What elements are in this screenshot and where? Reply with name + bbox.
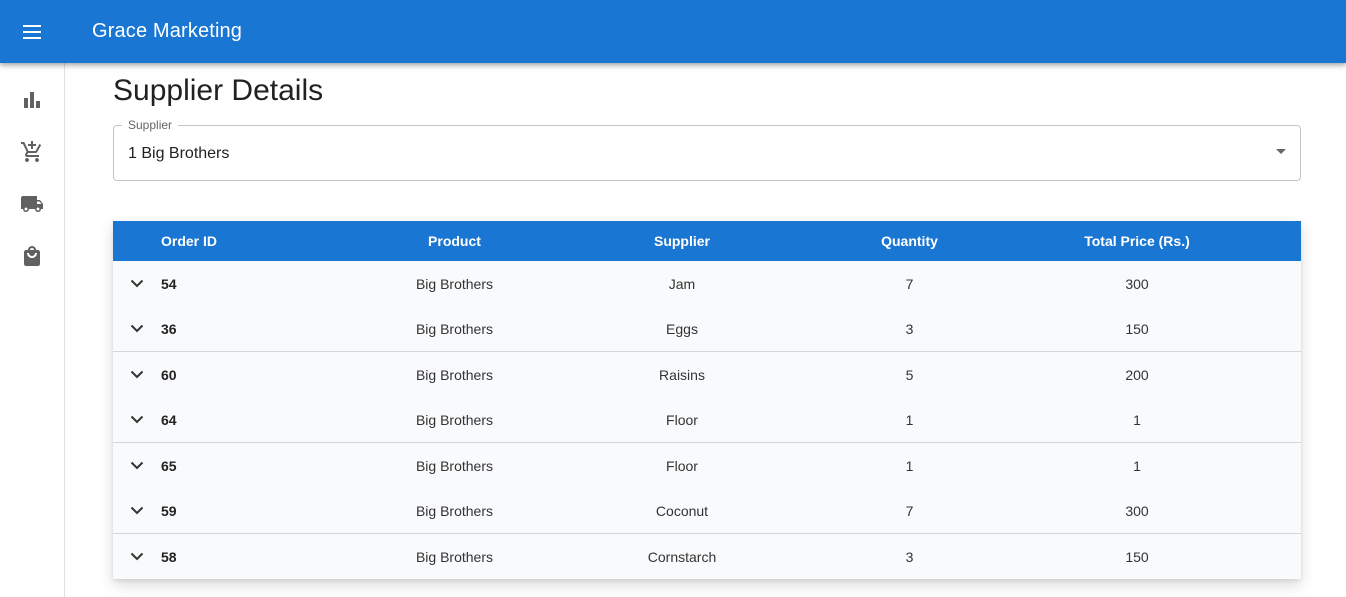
cell-product: Big Brothers xyxy=(415,502,494,519)
header-expand-spacer xyxy=(113,221,161,261)
column-header-order-id[interactable]: Order ID xyxy=(161,221,291,261)
menu-button[interactable] xyxy=(12,12,52,52)
column-header-quantity[interactable]: Quantity xyxy=(746,221,1073,261)
cell-order-id: 60 xyxy=(161,366,177,383)
table-row[interactable]: 60 Big Brothers Raisins 5 200 xyxy=(113,352,1301,397)
app-bar: Grace Marketing xyxy=(0,0,1346,63)
cell-quantity: 1 xyxy=(905,457,914,474)
cell-quantity: 7 xyxy=(905,502,914,519)
table-row[interactable]: 54 Big Brothers Jam 7 300 xyxy=(113,261,1301,306)
cell-quantity: 3 xyxy=(905,320,914,337)
cell-quantity: 5 xyxy=(905,366,914,383)
cell-supplier: Eggs xyxy=(666,320,698,337)
sidebar-item-add-order[interactable] xyxy=(8,132,56,172)
sidebar-item-products[interactable] xyxy=(8,236,56,276)
table-row[interactable]: 64 Big Brothers Floor 1 1 xyxy=(113,397,1301,443)
cell-product: Big Brothers xyxy=(415,457,494,474)
sidebar xyxy=(0,63,65,597)
sidebar-item-dashboard[interactable] xyxy=(8,80,56,120)
cell-order-id: 65 xyxy=(161,457,177,474)
cell-product: Big Brothers xyxy=(415,366,494,383)
cell-product: Big Brothers xyxy=(415,548,494,565)
column-header-supplier[interactable]: Supplier xyxy=(618,221,746,261)
local-shipping-icon xyxy=(21,196,43,212)
supplier-select-label: Supplier xyxy=(122,117,179,133)
table-row[interactable]: 59 Big Brothers Coconut 7 300 xyxy=(113,488,1301,534)
table-row[interactable]: 58 Big Brothers Cornstarch 3 150 xyxy=(113,534,1301,579)
cell-quantity: 3 xyxy=(905,548,914,565)
column-header-product[interactable]: Product xyxy=(291,221,618,261)
chevron-down-icon xyxy=(130,415,144,424)
table-row[interactable]: 36 Big Brothers Eggs 3 150 xyxy=(113,306,1301,352)
expand-row-button[interactable] xyxy=(113,324,161,333)
expand-row-button[interactable] xyxy=(113,506,161,515)
cell-supplier: Floor xyxy=(666,457,698,474)
column-header-total-price[interactable]: Total Price (Rs.) xyxy=(1073,221,1201,261)
cell-total-price: 150 xyxy=(1125,548,1149,565)
cell-total-price: 200 xyxy=(1125,366,1149,383)
chevron-down-icon xyxy=(130,461,144,470)
table-row[interactable]: 65 Big Brothers Floor 1 1 xyxy=(113,443,1301,488)
cell-supplier: Floor xyxy=(666,411,698,428)
cell-total-price: 300 xyxy=(1125,275,1149,292)
add-shopping-cart-icon xyxy=(21,141,42,162)
shopping-bag-icon xyxy=(24,246,40,266)
app-title: Grace Marketing xyxy=(92,20,243,42)
cell-supplier: Raisins xyxy=(659,366,705,383)
cell-supplier: Coconut xyxy=(655,502,709,519)
sidebar-item-suppliers[interactable] xyxy=(8,184,56,224)
table-header: Order ID Product Supplier Quantity Total… xyxy=(113,221,1301,261)
chevron-down-icon xyxy=(130,279,144,288)
supplier-select-value: 1 Big Brothers xyxy=(128,145,230,162)
chevron-down-icon xyxy=(130,370,144,379)
expand-row-button[interactable] xyxy=(113,552,161,561)
cell-quantity: 1 xyxy=(905,411,914,428)
orders-table: Order ID Product Supplier Quantity Total… xyxy=(113,221,1301,579)
menu-icon xyxy=(23,25,41,39)
dropdown-arrow-icon xyxy=(1276,149,1286,154)
chevron-down-icon xyxy=(130,324,144,333)
cell-order-id: 59 xyxy=(161,502,177,519)
chevron-down-icon xyxy=(130,506,144,515)
cell-total-price: 300 xyxy=(1125,502,1149,519)
cell-supplier: Cornstarch xyxy=(647,548,717,565)
cell-total-price: 150 xyxy=(1125,320,1149,337)
expand-row-button[interactable] xyxy=(113,370,161,379)
bar-chart-icon xyxy=(24,92,40,108)
supplier-select[interactable]: Supplier 1 Big Brothers xyxy=(113,117,1301,181)
cell-quantity: 7 xyxy=(905,275,914,292)
cell-order-id: 64 xyxy=(161,411,177,428)
cell-order-id: 58 xyxy=(161,548,177,565)
expand-row-button[interactable] xyxy=(113,415,161,424)
cell-product: Big Brothers xyxy=(415,275,494,292)
cell-product: Big Brothers xyxy=(415,320,494,337)
cell-order-id: 54 xyxy=(161,275,177,292)
expand-row-button[interactable] xyxy=(113,461,161,470)
cell-product: Big Brothers xyxy=(415,411,494,428)
expand-row-button[interactable] xyxy=(113,279,161,288)
page-title: Supplier Details xyxy=(113,74,324,107)
chevron-down-icon xyxy=(130,552,144,561)
cell-order-id: 36 xyxy=(161,320,177,337)
cell-total-price: 1 xyxy=(1133,411,1141,428)
cell-supplier: Jam xyxy=(668,275,696,292)
cell-total-price: 1 xyxy=(1133,457,1141,474)
